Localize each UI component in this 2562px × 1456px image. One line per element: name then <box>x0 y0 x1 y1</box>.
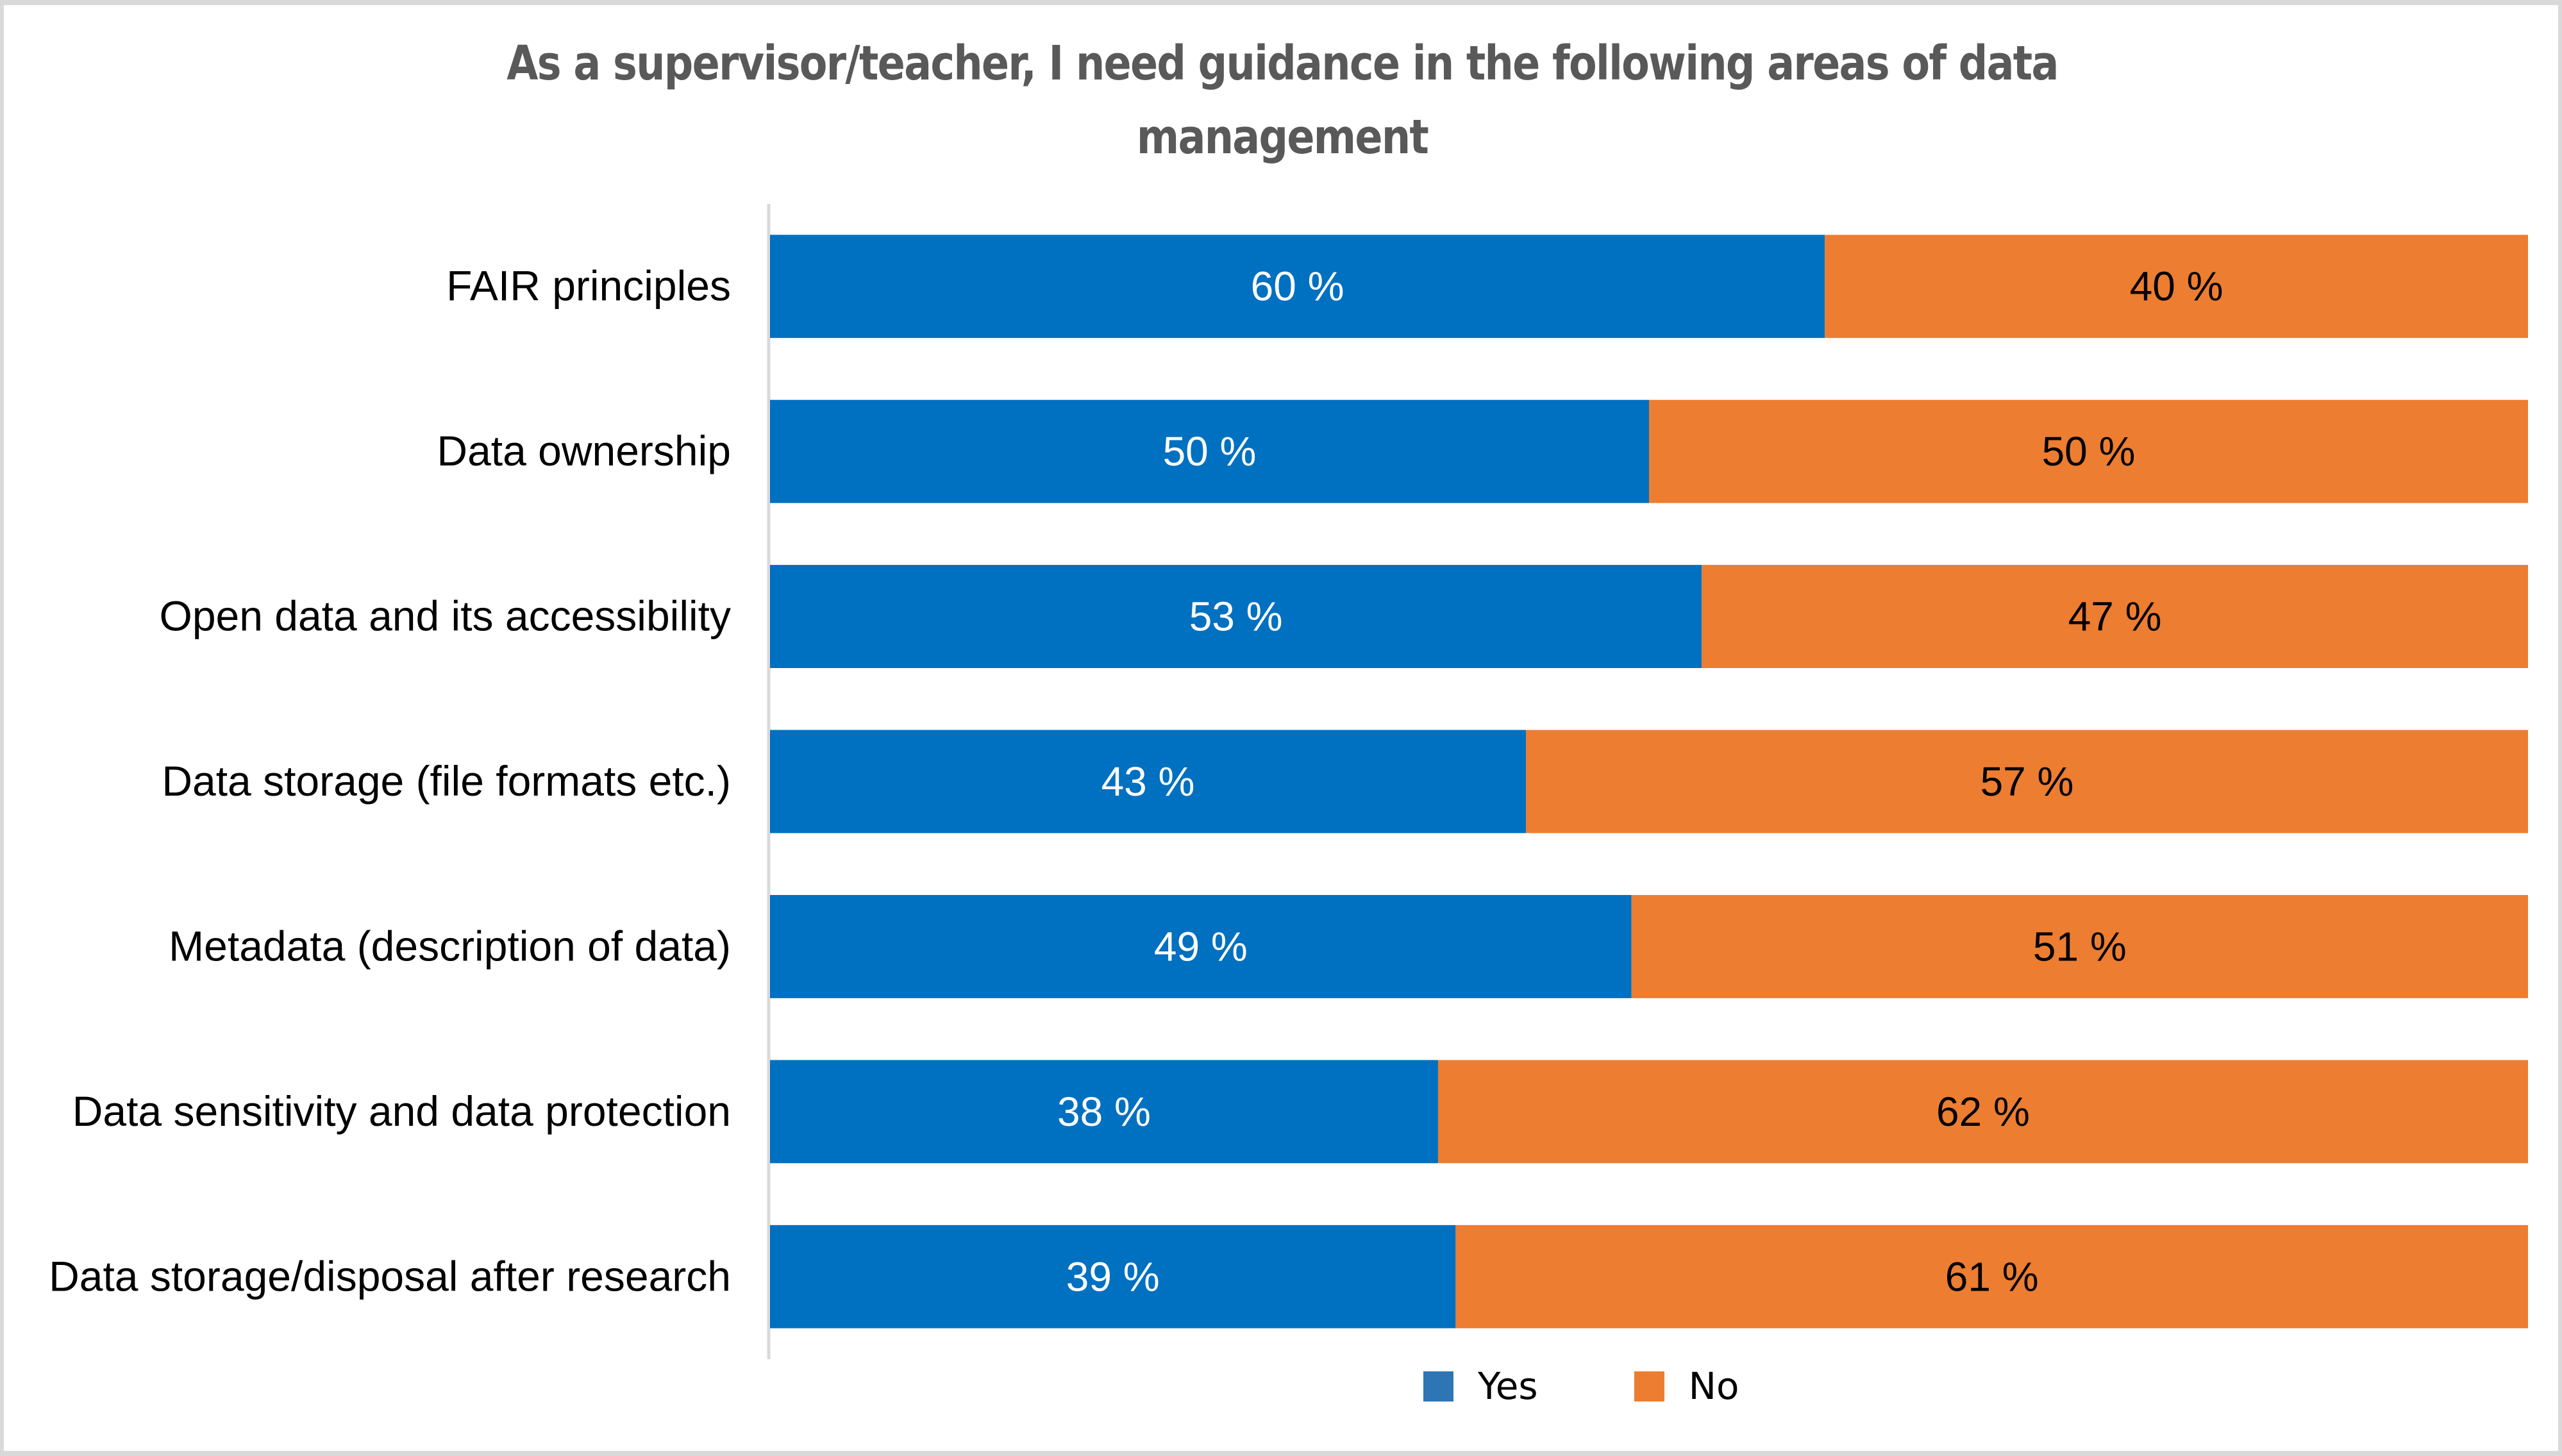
legend-item-yes: Yes <box>1423 1364 1538 1408</box>
category-labels: FAIR principles Data ownership Open data a… <box>49 262 731 1300</box>
legend: Yes No <box>1423 1364 1836 1408</box>
value-label-yes-data-storage-disposal-after-research: 39 % <box>1066 1253 1160 1300</box>
bars-group <box>770 235 2528 1328</box>
legend-swatch-no <box>1634 1371 1664 1402</box>
category-label-data-sensitivity-and-data-protection: Data sensitivity and data protection <box>72 1087 731 1135</box>
value-label-yes-metadata-description-of-data: 49 % <box>1154 923 1248 969</box>
value-label-no-open-data-and-its-accessibility: 47 % <box>2068 594 2162 640</box>
value-label-no-metadata-description-of-data: 51 % <box>2033 923 2127 969</box>
category-label-open-data-and-its-accessibility: Open data and its accessibility <box>160 592 731 640</box>
value-label-no-data-storage-file-formats-etc: 57 % <box>1980 758 2074 805</box>
value-label-no-fair-principles: 40 % <box>2130 264 2223 310</box>
legend-swatch-yes <box>1423 1371 1453 1402</box>
legend-label-no: No <box>1688 1364 1739 1408</box>
value-label-yes-data-sensitivity-and-data-protection: 38 % <box>1057 1089 1151 1135</box>
stacked-bar-chart: FAIR principles Data ownership Open data a… <box>49 204 2528 1359</box>
legend-label-yes: Yes <box>1478 1364 1538 1408</box>
category-label-data-ownership: Data ownership <box>437 427 731 474</box>
category-label-data-storage-disposal-after-research: Data storage/disposal after research <box>49 1252 731 1300</box>
value-label-yes-fair-principles: 60 % <box>1251 264 1344 310</box>
category-label-metadata-description-of-data: Metadata (description of data) <box>169 922 731 969</box>
value-label-no-data-ownership: 50 % <box>2042 428 2136 474</box>
category-label-fair-principles: FAIR principles <box>446 262 731 310</box>
value-label-yes-data-storage-file-formats-etc: 43 % <box>1101 758 1195 805</box>
value-label-no-data-sensitivity-and-data-protection: 62 % <box>1936 1089 2030 1135</box>
category-label-data-storage-file-formats-etc: Data storage (file formats etc.) <box>162 757 731 805</box>
value-label-yes-data-ownership: 50 % <box>1163 428 1257 474</box>
value-label-no-data-storage-disposal-after-research: 61 % <box>1945 1253 2039 1300</box>
legend-item-no: No <box>1634 1364 1739 1408</box>
value-label-yes-open-data-and-its-accessibility: 53 % <box>1189 594 1283 640</box>
